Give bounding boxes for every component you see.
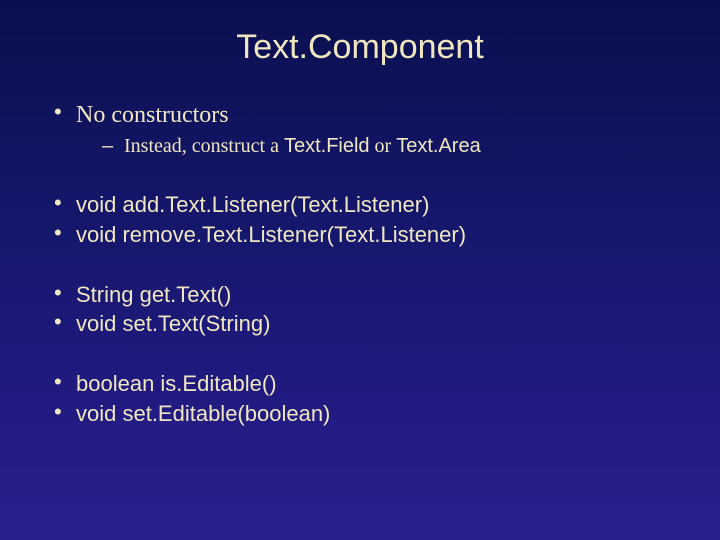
bullet-list-4: boolean is.Editable() void set.Editable(…: [50, 369, 680, 428]
bullet-get-text: String get.Text(): [50, 280, 680, 310]
bullet-list-2: void add.Text.Listener(Text.Listener) vo…: [50, 190, 680, 249]
sub-text-mid: or: [370, 135, 397, 157]
code-textarea: Text.Area: [396, 135, 480, 157]
code-textfield: Text.Field: [284, 135, 370, 157]
bullet-text: void set.Editable(boolean): [76, 401, 330, 426]
slide-title: Text.Component: [40, 28, 680, 67]
bullet-list-3: String get.Text() void set.Text(String): [50, 280, 680, 339]
bullet-is-editable: boolean is.Editable(): [50, 369, 680, 399]
gap: [40, 160, 680, 190]
gap: [40, 250, 680, 280]
bullet-text: void set.Text(String): [76, 311, 270, 336]
bullet-set-editable: void set.Editable(boolean): [50, 399, 680, 429]
bullet-add-listener: void add.Text.Listener(Text.Listener): [50, 190, 680, 220]
sub-list: Instead, construct a Text.Field or Text.…: [102, 133, 680, 160]
sub-text-pre: Instead, construct a: [124, 135, 284, 157]
gap: [40, 339, 680, 369]
bullet-text: String get.Text(): [76, 282, 231, 307]
bullet-text: No constructors: [76, 102, 229, 128]
bullet-text: boolean is.Editable(): [76, 371, 277, 396]
bullet-text: void add.Text.Listener(Text.Listener): [76, 192, 429, 217]
bullet-no-constructors: No constructors Instead, construct a Tex…: [50, 99, 680, 160]
bullet-list: No constructors Instead, construct a Tex…: [50, 99, 680, 160]
bullet-text: void remove.Text.Listener(Text.Listener): [76, 222, 466, 247]
bullet-remove-listener: void remove.Text.Listener(Text.Listener): [50, 220, 680, 250]
sub-bullet-instead: Instead, construct a Text.Field or Text.…: [102, 133, 680, 160]
slide: Text.Component No constructors Instead, …: [0, 0, 720, 540]
bullet-set-text: void set.Text(String): [50, 309, 680, 339]
